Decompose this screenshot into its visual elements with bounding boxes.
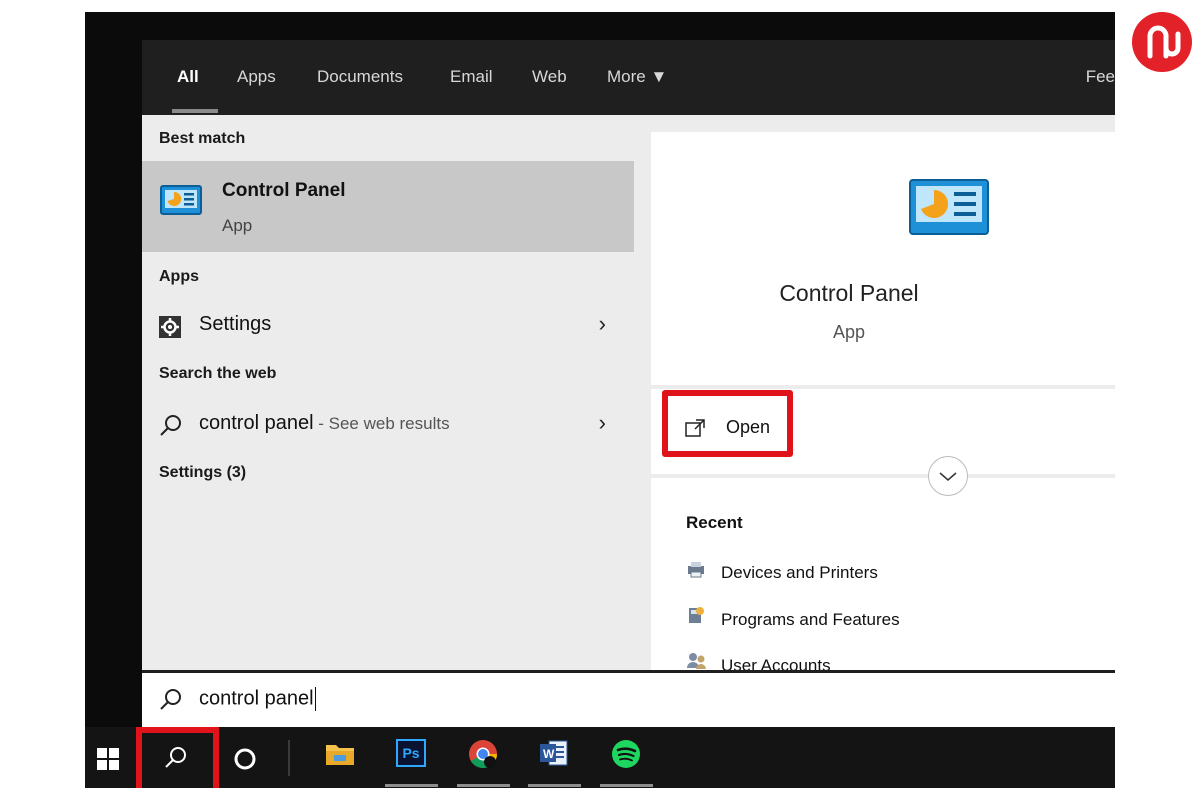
best-match-heading: Best match (159, 130, 246, 147)
taskbar: Ps W (85, 727, 1115, 788)
recent-heading: Recent (686, 513, 743, 532)
best-match-type: App (222, 216, 253, 235)
tab-apps[interactable]: Apps (237, 67, 276, 87)
recent-item-devices[interactable]: Devices and Printers (686, 560, 878, 583)
running-indicator (528, 784, 581, 787)
divider (651, 474, 1115, 478)
word-letter: W (543, 747, 555, 761)
tab-more[interactable]: More ▼ (607, 67, 667, 87)
running-indicator (457, 784, 510, 787)
results-panel: Best match Control Panel App Apps Settin… (142, 115, 634, 670)
chrome-icon (468, 739, 498, 774)
web-hint: - See web results (313, 414, 450, 433)
recent-item-programs[interactable]: Programs and Features (686, 605, 900, 630)
result-settings[interactable]: Settings › (142, 305, 634, 345)
recent-label: Programs and Features (721, 610, 900, 629)
active-tab-indicator (172, 109, 218, 113)
divider (651, 385, 1115, 389)
programs-features-icon (686, 605, 708, 630)
search-input[interactable]: control panel (199, 687, 314, 709)
tab-all[interactable]: All (177, 67, 199, 87)
web-query: control panel (199, 412, 314, 434)
settings-label: Settings (199, 313, 272, 335)
taskbar-word[interactable]: W (526, 735, 583, 787)
chevron-right-icon[interactable]: › (599, 410, 606, 436)
search-icon (159, 687, 183, 716)
app-type: App (832, 322, 866, 342)
search-icon[interactable] (163, 744, 189, 775)
taskbar-separator (288, 740, 290, 776)
search-filter-bar: All Apps Documents Email Web More ▼ Fee (142, 40, 1115, 115)
brand-logo (1132, 12, 1192, 72)
taskbar-spotify[interactable] (598, 735, 655, 787)
result-web-search[interactable]: control panel - See web results › (142, 404, 634, 444)
tab-web[interactable]: Web (532, 67, 567, 87)
taskbar-file-explorer[interactable] (311, 735, 368, 787)
preview-panel: Control Panel App Open Recent Devices an… (651, 132, 1115, 675)
tab-documents[interactable]: Documents (317, 67, 403, 87)
expand-button[interactable] (928, 456, 968, 496)
running-indicator (600, 784, 653, 787)
taskbar-photoshop[interactable]: Ps (383, 735, 440, 787)
recent-label: Devices and Printers (721, 563, 878, 582)
chevron-right-icon[interactable]: › (599, 311, 606, 337)
taskbar-chrome[interactable] (455, 735, 512, 787)
tab-email[interactable]: Email (450, 67, 493, 87)
spotify-icon (611, 739, 641, 774)
cortana-icon[interactable] (233, 747, 257, 776)
control-panel-icon (160, 185, 202, 222)
running-indicator (385, 784, 438, 787)
feedback-link[interactable]: Fee (1086, 67, 1115, 87)
control-panel-large-icon (908, 178, 990, 241)
open-icon (685, 419, 705, 442)
best-match-item[interactable]: Control Panel App (142, 161, 634, 252)
search-box[interactable]: control panel (142, 670, 1115, 727)
app-name: Control Panel (779, 280, 919, 306)
search-icon (159, 413, 183, 442)
best-match-name: Control Panel (222, 180, 346, 201)
desktop-screen: All Apps Documents Email Web More ▼ Fee … (85, 12, 1115, 788)
windows-start-icon[interactable] (97, 748, 119, 775)
settings-heading: Settings (3) (159, 464, 247, 481)
web-heading: Search the web (159, 365, 277, 382)
file-explorer-icon (325, 741, 355, 772)
apps-heading: Apps (159, 268, 199, 285)
photoshop-icon: Ps (396, 739, 426, 767)
gear-icon (159, 316, 181, 343)
open-button[interactable]: Open (726, 417, 770, 438)
devices-printers-icon (686, 560, 708, 583)
chevron-down-icon (939, 472, 957, 481)
text-caret (314, 687, 317, 711)
